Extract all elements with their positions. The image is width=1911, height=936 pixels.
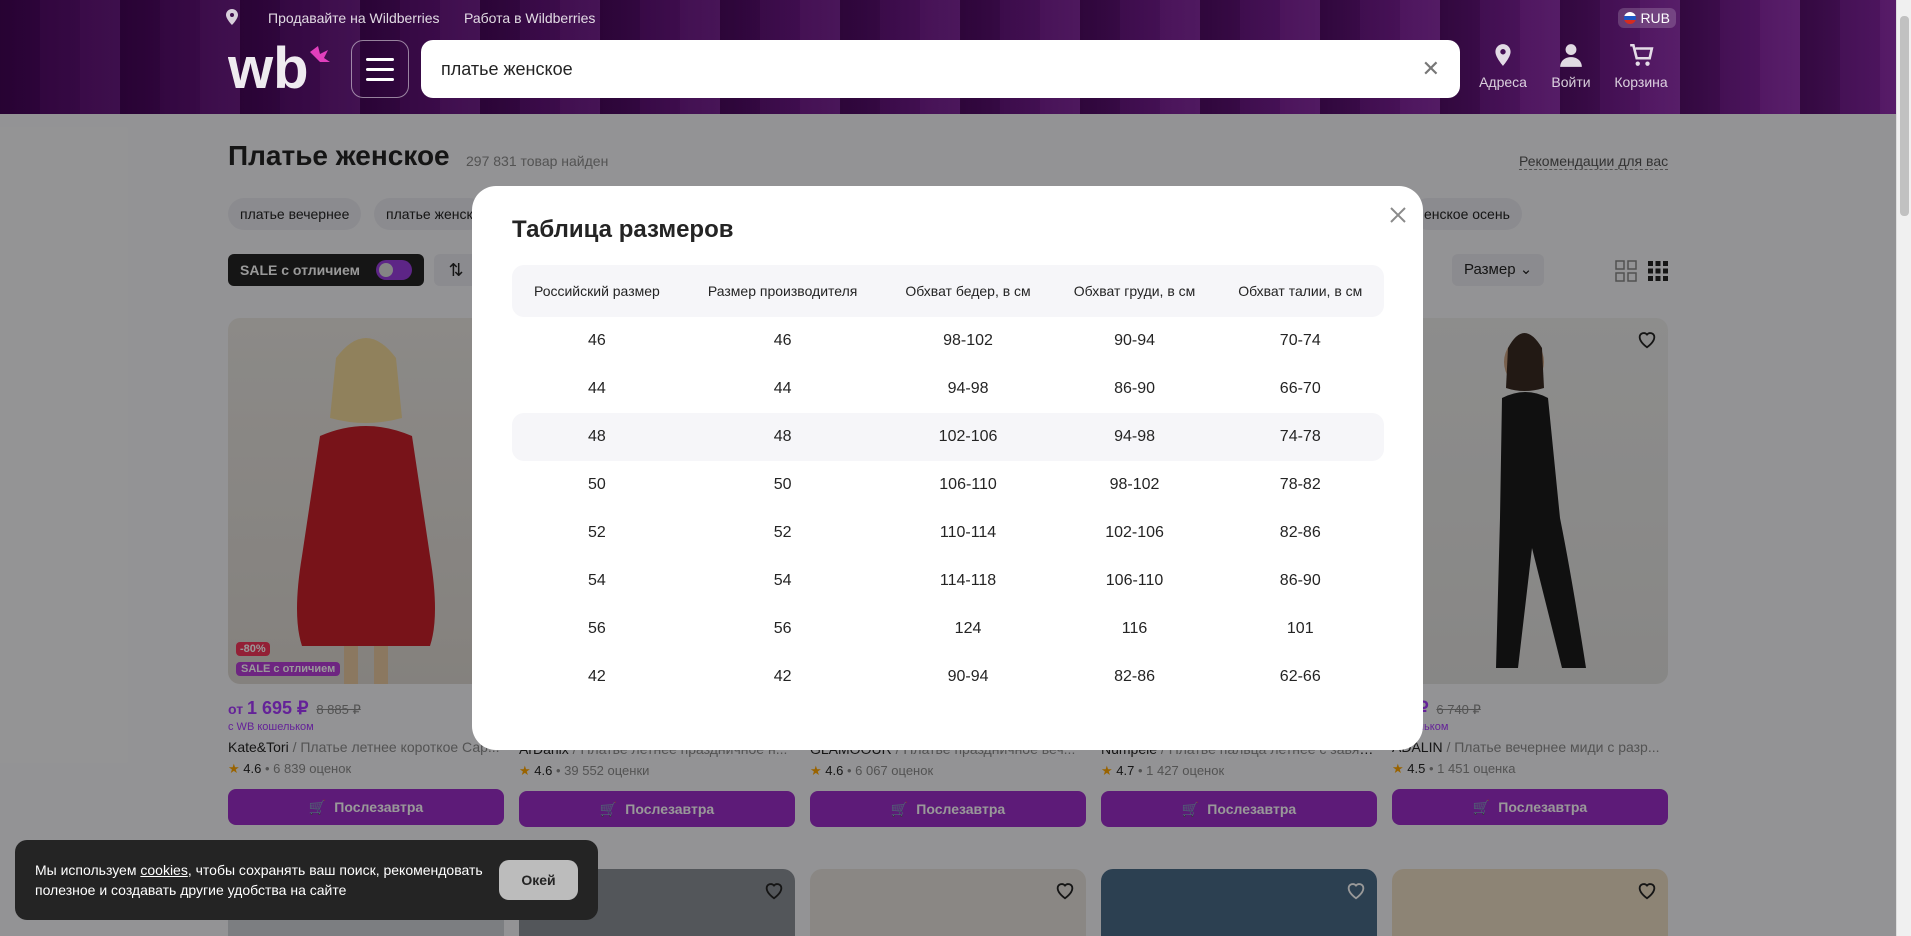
table-cell: 101 xyxy=(1286,620,1314,637)
russia-flag-icon xyxy=(1624,12,1637,24)
page-scrollbar[interactable] xyxy=(1896,0,1911,936)
cookie-text-before: Мы используем xyxy=(35,862,141,878)
clear-search-icon[interactable]: ✕ xyxy=(1422,56,1440,82)
column-header: Обхват груди, в см xyxy=(1052,265,1217,317)
table-row: 50 50 106-110 98-102 78-82 xyxy=(512,461,1384,509)
table-cell: 90-94 xyxy=(947,668,989,685)
cart-button[interactable]: Корзина xyxy=(1611,42,1671,90)
table-cell: 52 xyxy=(773,524,792,541)
user-icon xyxy=(1560,44,1582,67)
table-row: 48 48 102-106 94-98 74-78 xyxy=(512,413,1384,461)
close-icon[interactable] xyxy=(1383,200,1413,230)
location-pin-icon xyxy=(226,9,238,25)
cookie-text: Мы используем cookies, чтобы сохранять в… xyxy=(35,860,505,900)
login-label: Войти xyxy=(1551,74,1591,90)
table-cell: 66-70 xyxy=(1279,380,1321,397)
table-cell: 94-98 xyxy=(1052,413,1217,461)
table-row: 44 44 94-98 86-90 66-70 xyxy=(512,365,1384,413)
table-row: 52 52 110-114 102-106 82-86 xyxy=(512,509,1384,557)
table-cell: 54 xyxy=(773,572,792,589)
table-cell: 54 xyxy=(588,572,606,589)
table-cell: 94-98 xyxy=(947,380,989,397)
column-header: Размер производителя xyxy=(681,265,884,317)
table-cell: 44 xyxy=(773,380,792,397)
table-cell: 82-86 xyxy=(1279,524,1321,541)
table-row: 46 46 98-102 90-94 70-74 xyxy=(512,317,1384,365)
table-cell: 74-78 xyxy=(1216,413,1384,461)
currency-selector[interactable]: RUB xyxy=(1618,8,1676,28)
size-table: Российский размер Размер производителя О… xyxy=(512,265,1384,701)
wb-logo[interactable]: wb xyxy=(228,40,332,96)
table-cell: 52 xyxy=(588,524,606,541)
table-cell: 48 xyxy=(512,413,682,461)
table-cell: 86-90 xyxy=(1114,380,1155,397)
table-row: 56 56 124 116 101 xyxy=(512,605,1384,653)
cart-label: Корзина xyxy=(1614,74,1668,90)
svg-text:wb: wb xyxy=(228,40,309,96)
table-cell: 48 xyxy=(681,413,884,461)
scrollbar-thumb[interactable] xyxy=(1900,16,1909,216)
table-cell: 78-82 xyxy=(1279,476,1321,493)
cookie-banner: Мы используем cookies, чтобы сохранять в… xyxy=(15,840,598,920)
table-cell: 102-106 xyxy=(1105,524,1164,541)
table-cell: 46 xyxy=(588,332,606,349)
table-cell: 124 xyxy=(954,620,982,637)
table-cell: 90-94 xyxy=(1114,332,1155,349)
table-row: 54 54 114-118 106-110 86-90 xyxy=(512,557,1384,605)
table-cell: 106-110 xyxy=(1105,572,1164,589)
table-cell: 56 xyxy=(588,620,606,637)
table-cell: 46 xyxy=(773,332,792,349)
table-cell: 44 xyxy=(588,380,606,397)
table-cell: 102-106 xyxy=(883,413,1053,461)
addresses-button[interactable]: Адреса xyxy=(1473,42,1533,90)
work-at-wildberries-link[interactable]: Работа в Wildberries xyxy=(464,10,595,26)
map-pin-icon xyxy=(1495,44,1511,66)
modal-title: Таблица размеров xyxy=(512,216,734,243)
table-cell: 86-90 xyxy=(1279,572,1321,589)
table-header-row: Российский размер Размер производителя О… xyxy=(512,265,1384,317)
search-bar[interactable]: платье женское ✕ xyxy=(421,40,1460,98)
table-cell: 82-86 xyxy=(1114,668,1155,685)
cookies-link[interactable]: cookies xyxy=(140,862,187,878)
table-cell: 110-114 xyxy=(939,524,997,541)
table-cell: 50 xyxy=(588,476,606,493)
addresses-label: Адреса xyxy=(1479,74,1527,90)
column-header: Обхват бедер, в см xyxy=(883,265,1053,317)
size-table-modal: Таблица размеров Российский размер Разме… xyxy=(472,186,1423,750)
table-cell: 50 xyxy=(773,476,792,493)
table-cell: 106-110 xyxy=(939,476,997,493)
search-input[interactable]: платье женское xyxy=(441,59,1422,80)
table-cell: 42 xyxy=(773,668,792,685)
sell-on-wildberries-link[interactable]: Продавайте на Wildberries xyxy=(268,10,440,26)
cart-icon xyxy=(1630,43,1654,66)
table-cell: 70-74 xyxy=(1279,332,1321,349)
table-cell: 98-102 xyxy=(943,332,993,349)
currency-label: RUB xyxy=(1640,10,1670,26)
column-header: Обхват талии, в см xyxy=(1216,265,1384,317)
cookie-ok-button[interactable]: Окей xyxy=(499,860,578,900)
column-header: Российский размер xyxy=(512,265,682,317)
table-cell: 42 xyxy=(588,668,606,685)
table-row: 42 42 90-94 82-86 62-66 xyxy=(512,653,1384,701)
table-cell: 114-118 xyxy=(939,572,997,589)
login-button[interactable]: Войти xyxy=(1541,42,1601,90)
table-cell: 56 xyxy=(773,620,792,637)
catalog-menu-button[interactable] xyxy=(351,40,409,98)
table-cell: 116 xyxy=(1121,620,1148,637)
table-cell: 98-102 xyxy=(1109,476,1160,493)
table-cell: 62-66 xyxy=(1279,668,1321,685)
